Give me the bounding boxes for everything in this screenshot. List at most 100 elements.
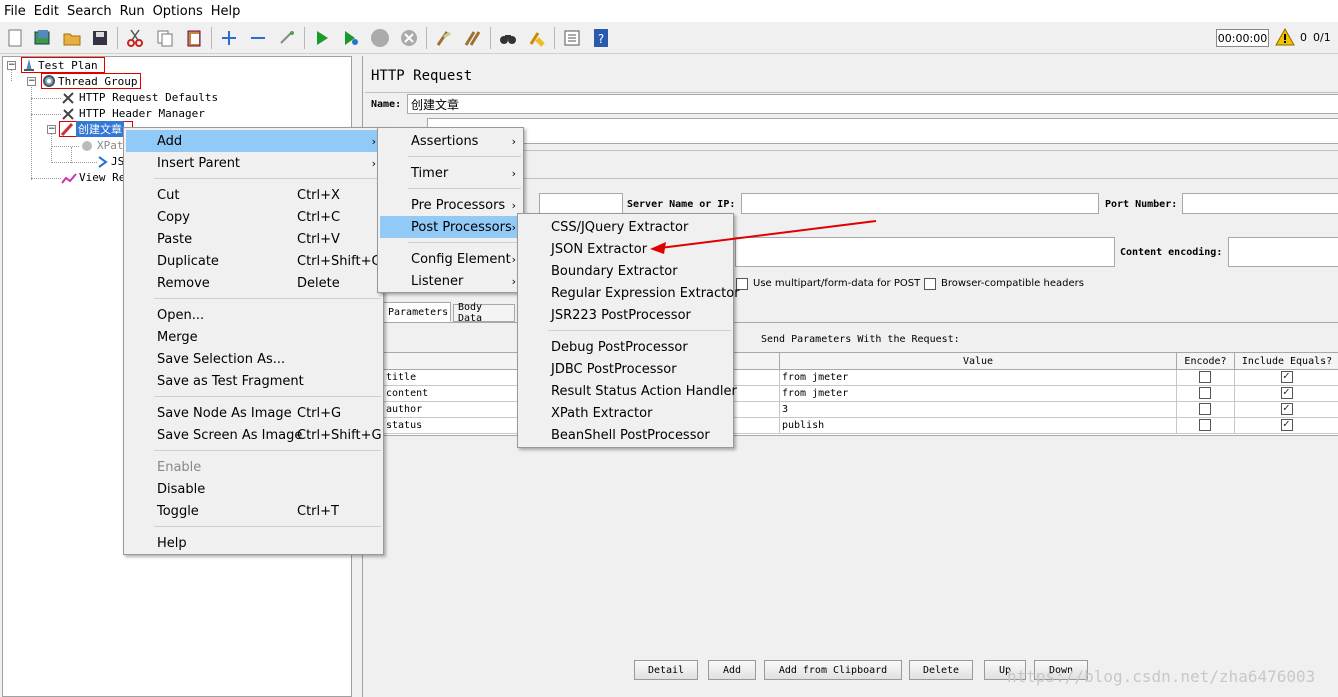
tree-node-header-manager[interactable]: HTTP Header Manager — [61, 106, 207, 121]
context-menu-item-save-node-as-image[interactable]: Save Node As Image Ctrl+G — [126, 402, 381, 424]
post-menu-item-boundary-extractor[interactable]: Boundary Extractor — [520, 260, 731, 282]
include-equals-checkbox[interactable] — [1281, 418, 1293, 431]
add-menu-item-pre-processors[interactable]: Pre Processors › — [380, 194, 521, 216]
new-icon[interactable] — [4, 27, 26, 49]
toggle-icon[interactable] — [276, 27, 298, 49]
tree-node-sampler[interactable]: 创建文章 — [59, 121, 133, 137]
paste-icon[interactable] — [183, 27, 205, 49]
comments-field[interactable] — [427, 118, 1338, 144]
port-field[interactable] — [1182, 193, 1338, 214]
column-header-value[interactable]: Value — [780, 353, 1177, 370]
context-menu[interactable]: Add › Insert Parent › Cut Ctrl+X Copy Ctrl+C Pas… — [123, 127, 384, 555]
cut-icon[interactable] — [124, 27, 146, 49]
post-menu-item-jsr223-postprocessor[interactable]: JSR223 PostProcessor — [520, 304, 731, 326]
include-equals-cell[interactable] — [1235, 386, 1338, 402]
include-equals-checkbox[interactable] — [1281, 386, 1293, 399]
include-equals-cell[interactable] — [1235, 418, 1338, 434]
warning-icon[interactable] — [1275, 27, 1295, 50]
param-value-cell[interactable]: 3 — [780, 402, 1177, 418]
post-menu-item-debug-postprocessor[interactable]: Debug PostProcessor — [520, 336, 731, 358]
context-menu-item-duplicate[interactable]: Duplicate Ctrl+Shift+C — [126, 250, 381, 272]
post-processors-submenu[interactable]: CSS/JQuery Extractor JSON Extractor Bounda… — [517, 213, 740, 448]
context-menu-item-save-selection-as[interactable]: Save Selection As... — [126, 348, 381, 370]
tree-node-xpath[interactable]: XPat — [79, 138, 126, 153]
stop-icon[interactable] — [369, 27, 391, 49]
context-menu-item-disable[interactable]: Disable — [126, 478, 381, 500]
add-from-clipboard-button[interactable]: Add from Clipboard — [764, 660, 902, 680]
delete-button[interactable]: Delete — [909, 660, 973, 680]
protocol-field[interactable] — [539, 193, 623, 214]
path-field[interactable] — [735, 237, 1115, 267]
include-equals-checkbox[interactable] — [1281, 370, 1293, 383]
post-menu-item-jdbc-postprocessor[interactable]: JDBC PostProcessor — [520, 358, 731, 380]
context-menu-item-remove[interactable]: Remove Delete — [126, 272, 381, 294]
context-menu-item-save-as-test-fragment[interactable]: Save as Test Fragment — [126, 370, 381, 392]
context-menu-item-merge[interactable]: Merge — [126, 326, 381, 348]
copy-icon[interactable] — [154, 27, 176, 49]
include-equals-cell[interactable] — [1235, 370, 1338, 386]
collapse-thread-group[interactable]: − — [27, 77, 36, 86]
tree-node-test-plan[interactable]: Test Plan — [21, 57, 105, 73]
context-menu-item-save-screen-as-image[interactable]: Save Screen As Image Ctrl+Shift+G — [126, 424, 382, 446]
add-menu-item-config-element[interactable]: Config Element › — [380, 248, 521, 270]
server-field[interactable] — [741, 193, 1099, 214]
start-icon[interactable] — [311, 27, 333, 49]
menu-edit[interactable]: Edit — [34, 4, 59, 19]
collapse-icon[interactable] — [247, 27, 269, 49]
start-no-pause-icon[interactable] — [340, 27, 362, 49]
add-menu-item-post-processors[interactable]: Post Processors › — [380, 216, 521, 238]
detail-button[interactable]: Detail — [634, 660, 698, 680]
context-menu-item-add[interactable]: Add › — [126, 130, 381, 152]
encode-cell[interactable] — [1177, 402, 1235, 418]
add-menu-item-assertions[interactable]: Assertions › — [380, 130, 521, 152]
encode-checkbox[interactable] — [1199, 371, 1211, 383]
encode-cell[interactable] — [1177, 418, 1235, 434]
context-menu-item-toggle[interactable]: Toggle Ctrl+T — [126, 500, 381, 522]
tree-node-view-results[interactable]: View Re — [61, 170, 127, 185]
menu-help[interactable]: Help — [211, 4, 241, 19]
context-menu-item-paste[interactable]: Paste Ctrl+V — [126, 228, 381, 250]
post-menu-item-xpath-extractor[interactable]: XPath Extractor — [520, 402, 731, 424]
add-submenu[interactable]: Assertions › Timer › Pre Processors › Post Pro… — [377, 127, 524, 293]
post-menu-item-json-extractor[interactable]: JSON Extractor — [520, 238, 731, 260]
tree-node-http-defaults[interactable]: HTTP Request Defaults — [61, 90, 220, 105]
context-menu-item-open[interactable]: Open... — [126, 304, 381, 326]
post-menu-item-css-jquery-extractor[interactable]: CSS/JQuery Extractor — [520, 216, 731, 238]
help-icon[interactable]: ? — [590, 27, 612, 49]
clear-icon[interactable] — [433, 27, 455, 49]
menu-search[interactable]: Search — [67, 4, 112, 19]
encode-cell[interactable] — [1177, 370, 1235, 386]
tree-node-thread-group[interactable]: Thread Group — [41, 73, 141, 89]
param-value-cell[interactable]: from jmeter — [780, 386, 1177, 402]
name-field[interactable]: 创建文章 — [407, 94, 1338, 114]
tab-parameters[interactable]: Parameters — [383, 302, 451, 322]
reset-search-icon[interactable] — [526, 27, 548, 49]
encode-cell[interactable] — [1177, 386, 1235, 402]
encode-checkbox[interactable] — [1199, 387, 1211, 399]
expand-icon[interactable] — [218, 27, 240, 49]
param-value-cell[interactable]: publish — [780, 418, 1177, 434]
function-helper-icon[interactable] — [561, 27, 583, 49]
save-icon[interactable] — [89, 27, 111, 49]
templates-icon[interactable] — [31, 27, 53, 49]
post-menu-item-regular-expression-extractor[interactable]: Regular Expression Extractor — [520, 282, 740, 304]
open-icon[interactable] — [61, 27, 83, 49]
column-header-include-equals[interactable]: Include Equals? — [1235, 353, 1338, 370]
clear-all-icon[interactable] — [462, 27, 484, 49]
include-equals-checkbox[interactable] — [1281, 402, 1293, 415]
encode-checkbox[interactable] — [1199, 419, 1211, 431]
context-menu-item-help[interactable]: Help — [126, 532, 381, 554]
search-icon[interactable] — [497, 27, 519, 49]
column-header-encode[interactable]: Encode? — [1177, 353, 1235, 370]
encode-checkbox[interactable] — [1199, 403, 1211, 415]
include-equals-cell[interactable] — [1235, 402, 1338, 418]
collapse-test-plan[interactable]: − — [7, 61, 16, 70]
post-menu-item-beanshell-postprocessor[interactable]: BeanShell PostProcessor — [520, 424, 731, 446]
add-menu-item-listener[interactable]: Listener › — [380, 270, 521, 292]
context-menu-item-copy[interactable]: Copy Ctrl+C — [126, 206, 381, 228]
menu-file[interactable]: File — [4, 4, 26, 19]
menu-run[interactable]: Run — [120, 4, 145, 19]
add-button[interactable]: Add — [708, 660, 756, 680]
add-menu-item-timer[interactable]: Timer › — [380, 162, 521, 184]
collapse-sampler[interactable]: − — [47, 125, 56, 134]
